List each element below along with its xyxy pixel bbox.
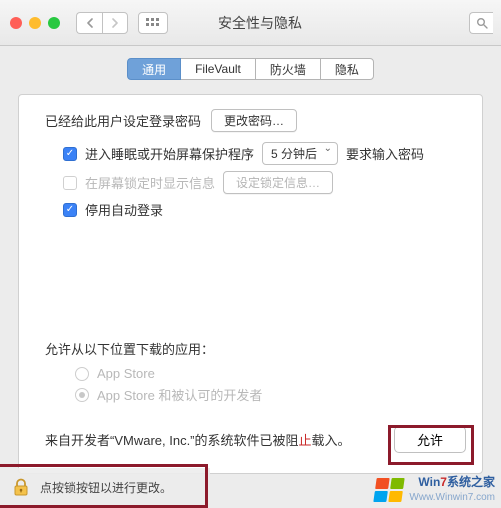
lock-icon bbox=[12, 478, 30, 496]
require-password-delay-select[interactable]: 5 分钟后 bbox=[262, 142, 338, 165]
lock-message-checkbox[interactable] bbox=[63, 176, 77, 190]
require-password-checkbox[interactable]: ✓ bbox=[63, 147, 77, 161]
disable-auto-login-checkbox[interactable]: ✓ bbox=[63, 203, 77, 217]
set-lock-message-button: 设定锁定信息… bbox=[223, 171, 333, 194]
blocked-software-text: 来自开发者“VMware, Inc.”的系统软件已被阻止载入。 bbox=[45, 430, 351, 449]
wm-a: Win bbox=[418, 475, 440, 489]
tab-privacy[interactable]: 隐私 bbox=[320, 58, 374, 80]
general-panel: 已经给此用户设定登录密码 更改密码… ✓ 进入睡眠或开始屏幕保护程序 5 分钟后… bbox=[18, 94, 483, 474]
allow-appstore-row: App Store bbox=[75, 366, 466, 381]
change-password-button[interactable]: 更改密码… bbox=[211, 109, 297, 132]
allow-appstore-label: App Store bbox=[97, 366, 155, 381]
allow-button[interactable]: 允许 bbox=[394, 426, 466, 453]
window-title: 安全性与隐私 bbox=[218, 13, 302, 33]
wm-c: 系统之家 bbox=[447, 475, 495, 489]
allow-identified-radio bbox=[75, 388, 89, 402]
blocked-prefix: 来自开发者“VMware, Inc.”的系统软件已被阻 bbox=[45, 433, 299, 448]
search-button[interactable] bbox=[469, 12, 493, 34]
close-button[interactable] bbox=[10, 17, 22, 29]
lock-bar[interactable]: 点按锁按钮以进行更改。 bbox=[0, 468, 210, 506]
show-all-button[interactable] bbox=[138, 12, 168, 34]
tab-general[interactable]: 通用 bbox=[127, 58, 181, 80]
allow-apps-heading: 允许从以下位置下载的应用： bbox=[45, 339, 466, 358]
allow-identified-label: App Store 和被认可的开发者 bbox=[97, 385, 262, 404]
lock-message-label: 在屏幕锁定时显示信息 bbox=[85, 173, 215, 192]
tab-bar: 通用 FileVault 防火墙 隐私 bbox=[0, 58, 501, 80]
watermark-text: Win7系统之家 Www.Winwin7.com bbox=[409, 475, 495, 504]
disable-auto-login-label: 停用自动登录 bbox=[85, 200, 163, 219]
wm-b: 7 bbox=[440, 475, 447, 489]
nav-buttons bbox=[76, 12, 128, 34]
windows-flag-icon bbox=[374, 478, 405, 502]
disable-auto-login-row: ✓ 停用自动登录 bbox=[63, 200, 466, 219]
blocked-stop: 止 bbox=[299, 433, 312, 448]
watermark: Win7系统之家 Www.Winwin7.com bbox=[375, 475, 495, 504]
require-password-row: ✓ 进入睡眠或开始屏幕保护程序 5 分钟后 要求输入密码 bbox=[63, 142, 466, 165]
zoom-button[interactable] bbox=[48, 17, 60, 29]
password-row: 已经给此用户设定登录密码 更改密码… bbox=[45, 109, 466, 132]
back-button[interactable] bbox=[76, 12, 102, 34]
tab-firewall[interactable]: 防火墙 bbox=[255, 58, 321, 80]
minimize-button[interactable] bbox=[29, 17, 41, 29]
traffic-lights bbox=[10, 17, 60, 29]
delay-value: 5 分钟后 bbox=[271, 145, 317, 162]
blocked-suffix: 载入。 bbox=[312, 433, 351, 448]
allow-identified-row: App Store 和被认可的开发者 bbox=[75, 385, 466, 404]
blocked-software-row: 来自开发者“VMware, Inc.”的系统软件已被阻止载入。 允许 bbox=[45, 426, 466, 453]
require-password-suffix: 要求输入密码 bbox=[346, 144, 424, 163]
forward-button[interactable] bbox=[102, 12, 128, 34]
lock-text: 点按锁按钮以进行更改。 bbox=[40, 479, 172, 496]
tab-filevault[interactable]: FileVault bbox=[180, 58, 256, 80]
wm-url: Www.Winwin7.com bbox=[409, 491, 495, 504]
password-set-label: 已经给此用户设定登录密码 bbox=[45, 111, 201, 130]
window-toolbar: 安全性与隐私 bbox=[0, 0, 501, 46]
lock-message-row: 在屏幕锁定时显示信息 设定锁定信息… bbox=[63, 171, 466, 194]
allow-appstore-radio bbox=[75, 367, 89, 381]
require-password-label: 进入睡眠或开始屏幕保护程序 bbox=[85, 144, 254, 163]
